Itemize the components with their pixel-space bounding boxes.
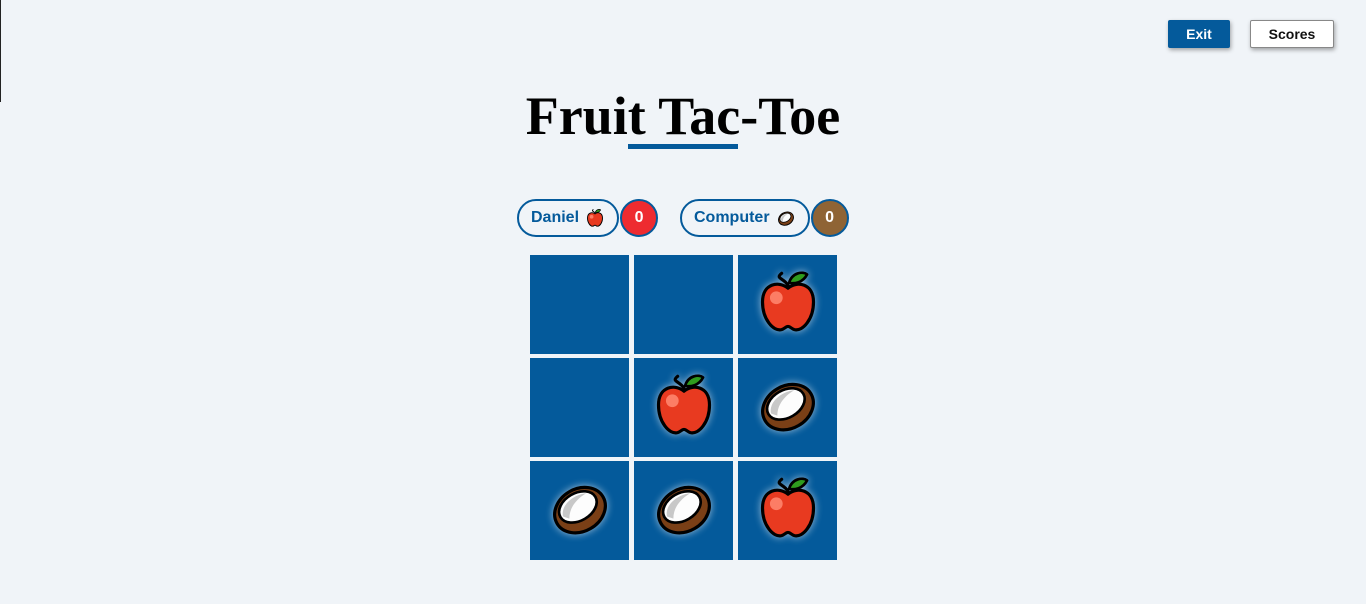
game-board bbox=[530, 255, 837, 560]
player-name-pill: Daniel bbox=[517, 199, 620, 237]
apple-icon bbox=[754, 268, 822, 341]
board-cell-2-2[interactable] bbox=[738, 461, 837, 560]
apple-icon bbox=[754, 474, 822, 547]
board-cell-2-1[interactable] bbox=[634, 461, 733, 560]
board-cell-0-2[interactable] bbox=[738, 255, 837, 354]
top-buttons: Exit Scores bbox=[1168, 20, 1334, 48]
player-name: Daniel bbox=[531, 209, 580, 226]
scores-button[interactable]: Scores bbox=[1250, 20, 1334, 48]
coconut-icon bbox=[776, 208, 796, 228]
player-score: 0 bbox=[810, 199, 849, 237]
board-cell-1-1[interactable] bbox=[634, 358, 733, 457]
exit-button[interactable]: Exit bbox=[1168, 20, 1230, 48]
player-name-pill: Computer bbox=[680, 199, 810, 237]
title-underline bbox=[628, 144, 738, 149]
board-cell-1-2[interactable] bbox=[738, 358, 837, 457]
board-cell-2-0[interactable] bbox=[530, 461, 629, 560]
apple-icon bbox=[650, 371, 718, 444]
player-daniel: Daniel 0 bbox=[517, 199, 659, 237]
player-computer: Computer 0 bbox=[680, 199, 849, 237]
board-cell-0-0[interactable] bbox=[530, 255, 629, 354]
coconut-icon bbox=[546, 474, 614, 547]
board-cell-1-0[interactable] bbox=[530, 358, 629, 457]
player-name: Computer bbox=[694, 209, 770, 226]
board-cell-0-1[interactable] bbox=[634, 255, 733, 354]
page-title: Fruit Tac-Toe bbox=[525, 86, 841, 146]
coconut-icon bbox=[650, 474, 718, 547]
player-score: 0 bbox=[620, 199, 659, 237]
apple-icon bbox=[585, 208, 605, 228]
coconut-icon bbox=[754, 371, 822, 444]
